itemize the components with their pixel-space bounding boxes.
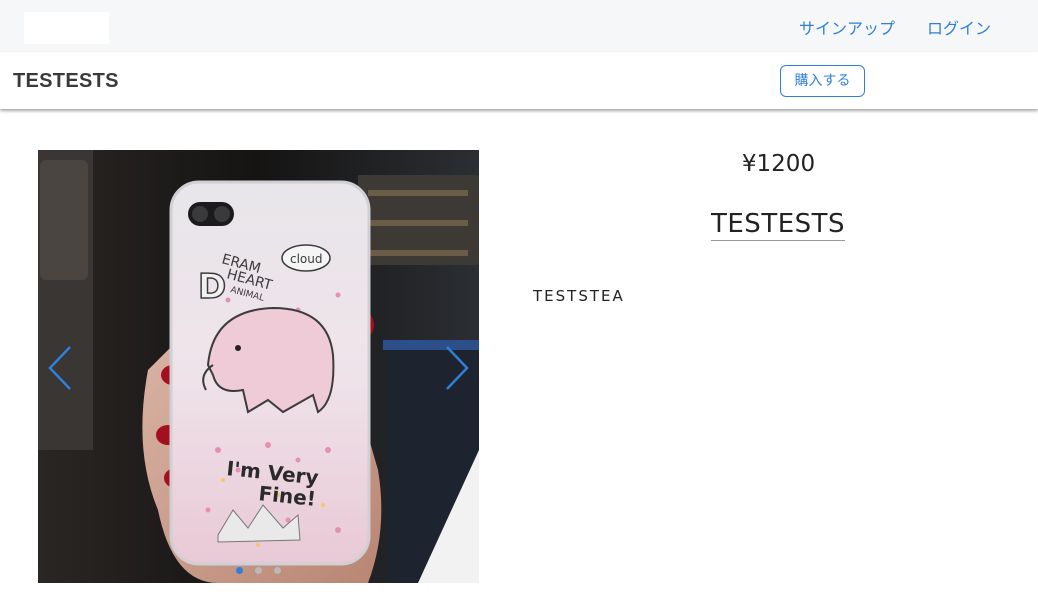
signup-link[interactable]: サインアップ <box>799 15 895 39</box>
site-logo[interactable] <box>24 12 109 44</box>
carousel-indicators <box>38 561 479 574</box>
login-link[interactable]: ログイン <box>927 15 991 39</box>
top-navbar: サインアップ ログイン <box>0 0 1038 52</box>
product-description: TESTSTEA <box>533 287 625 305</box>
carousel-prev-arrow-icon[interactable] <box>46 345 76 391</box>
buy-button[interactable]: 購入する <box>780 65 865 97</box>
carousel-dot-2[interactable] <box>255 567 262 574</box>
product-title: TESTESTS <box>711 209 846 241</box>
product-photo: D ERAM HEART ANIMAL cloud I'm Very Fine! <box>38 150 479 583</box>
product-image-carousel[interactable]: D ERAM HEART ANIMAL cloud I'm Very Fine! <box>38 150 479 583</box>
product-header-bar: TESTESTS 購入する <box>0 52 1038 109</box>
svg-text:D: D <box>198 267 226 307</box>
product-header-title: TESTESTS <box>13 70 119 92</box>
svg-text:cloud: cloud <box>290 252 323 266</box>
carousel-dot-1[interactable] <box>235 567 243 574</box>
carousel-next-arrow-icon[interactable] <box>441 345 471 391</box>
product-price: ¥1200 <box>741 151 816 177</box>
